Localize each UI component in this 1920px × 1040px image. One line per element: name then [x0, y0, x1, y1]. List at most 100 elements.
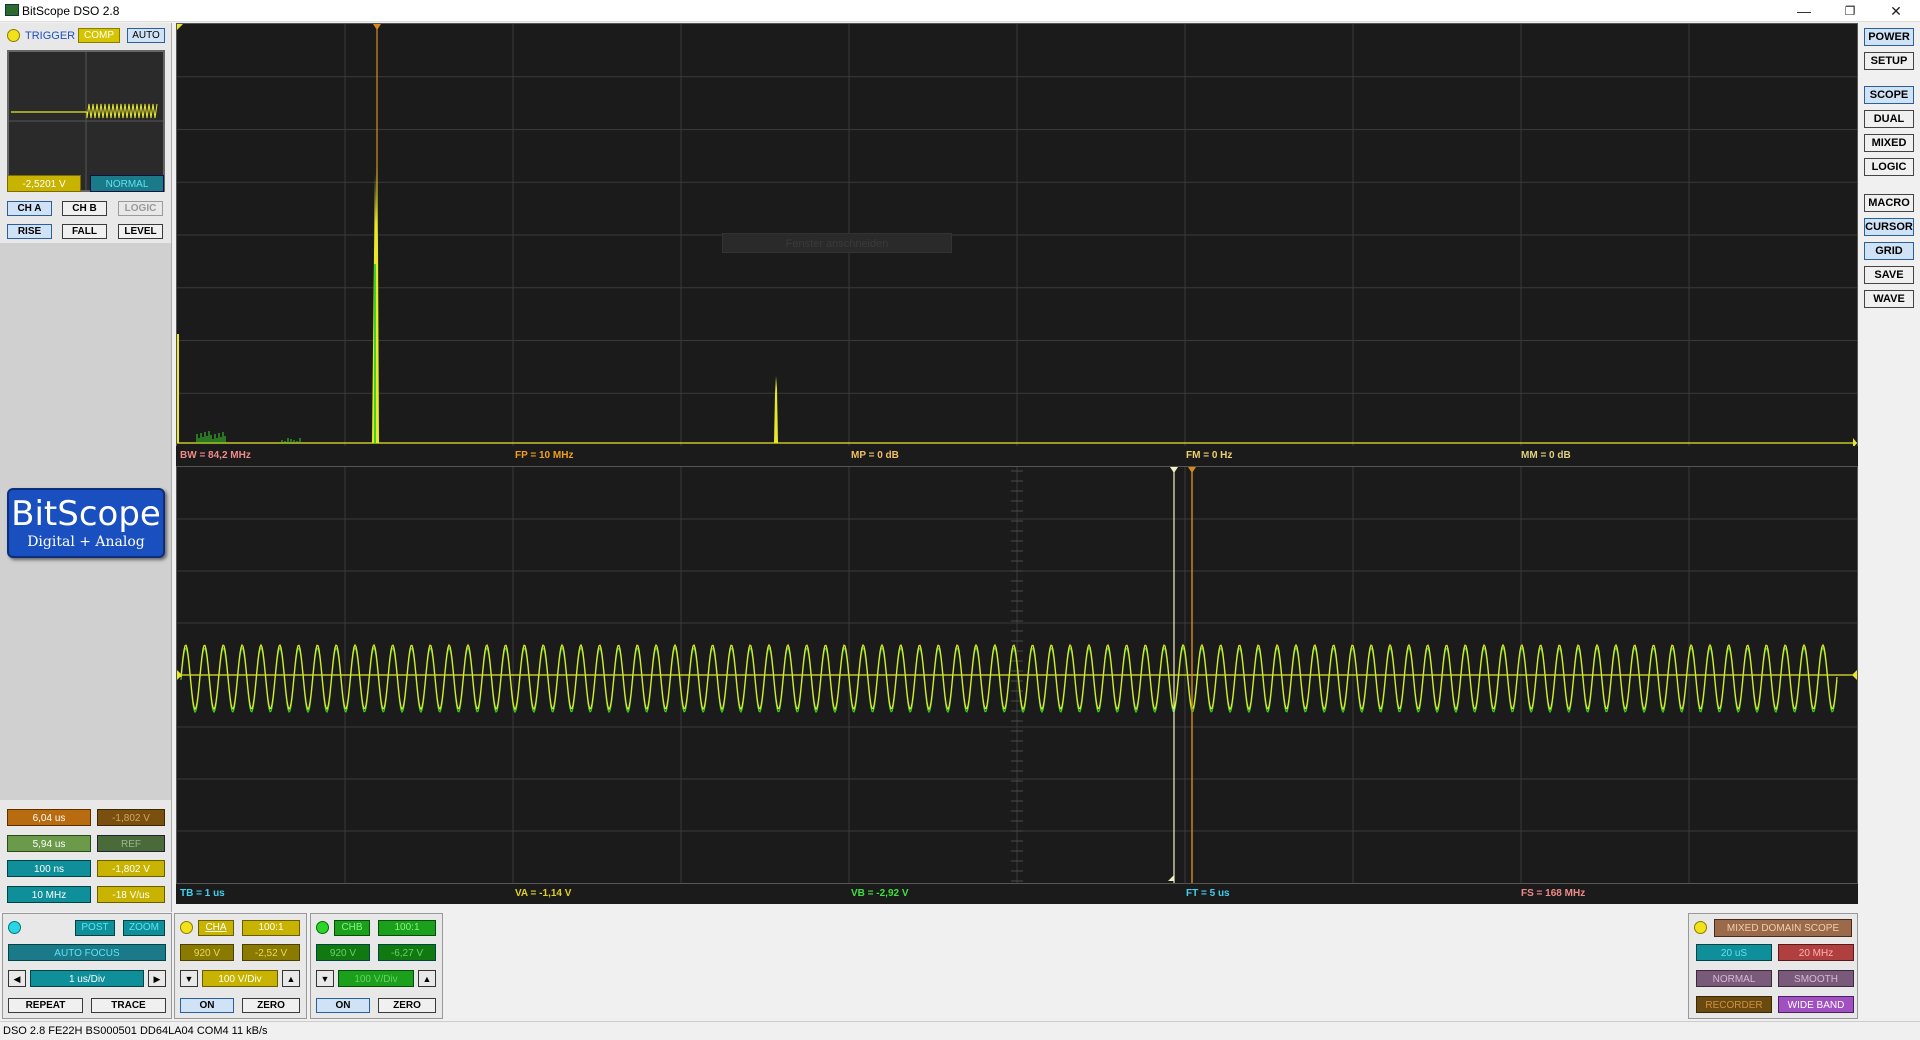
auto-button[interactable]: AUTO	[127, 28, 165, 43]
channel-a-zero-button[interactable]: ZERO	[242, 998, 300, 1013]
close-button[interactable]: ✕	[1874, 0, 1918, 22]
measure-delta-time[interactable]: 100 ns	[7, 860, 91, 877]
comp-button[interactable]: COMP	[78, 28, 120, 43]
channel-b-name[interactable]: CHB	[334, 920, 370, 936]
trace-button[interactable]: TRACE	[91, 998, 166, 1013]
rate-value[interactable]: 20 MHz	[1778, 944, 1854, 961]
channel-a-scale[interactable]: 100 V/Div	[202, 970, 278, 987]
timebase-value[interactable]: 1 us/Div	[30, 970, 144, 987]
minimize-button[interactable]: —	[1782, 0, 1826, 22]
restore-button[interactable]: ❐	[1828, 0, 1872, 22]
source-cha-button[interactable]: CH A	[7, 201, 52, 216]
frame-time-readout: FT = 5 us	[1186, 888, 1230, 899]
channel-b-on-button[interactable]: ON	[316, 998, 370, 1013]
mixed-button[interactable]: MIXED	[1864, 134, 1914, 152]
normal-mode-button[interactable]: NORMAL	[1696, 970, 1772, 987]
channel-b-probe[interactable]: 100:1	[378, 920, 436, 936]
trigger-preview-graph	[9, 52, 163, 190]
measure-time-a[interactable]: 6,04 us	[7, 809, 91, 826]
setup-button[interactable]: SETUP	[1864, 52, 1914, 70]
measure-slew-rate[interactable]: -18 V/us	[97, 886, 165, 903]
time-cursor-2-top	[1188, 467, 1196, 473]
peak-magnitude-readout: MP = 0 dB	[851, 450, 899, 461]
spectrum-tooltip: Fenster anschneiden	[722, 233, 952, 253]
channel-b-scale-up[interactable]: ▲	[418, 970, 436, 987]
channel-a-scale-down[interactable]: ▼	[180, 970, 198, 987]
timebase-indicator	[8, 921, 21, 934]
channel-a-offset[interactable]: -2,52 V	[242, 944, 300, 961]
channel-b-range[interactable]: 920 V	[316, 944, 370, 961]
time-cursor-1-top	[1170, 467, 1178, 473]
status-bar: DSO 2.8 FE22H BS000501 DD64LA04 COM4 11 …	[0, 1021, 1920, 1040]
scope-button[interactable]: SCOPE	[1864, 86, 1914, 104]
trigger-voltage[interactable]: -2,5201 V	[7, 175, 81, 192]
wave-button[interactable]: WAVE	[1864, 290, 1914, 308]
source-chb-button[interactable]: CH B	[62, 201, 107, 216]
baseline-arrow-right	[1853, 438, 1857, 448]
channel-b-scale-down[interactable]: ▼	[316, 970, 334, 987]
zoom-button[interactable]: ZOOM	[123, 920, 165, 936]
bandwidth-readout: BW = 84,2 MHz	[180, 450, 251, 461]
measure-voltage-a[interactable]: -1,802 V	[97, 809, 165, 826]
spectrum-info-bar: BW = 84,2 MHz FP = 10 MHz MP = 0 dB FM =…	[176, 446, 1858, 466]
dual-button[interactable]: DUAL	[1864, 110, 1914, 128]
rise-button[interactable]: RISE	[7, 224, 52, 239]
bitscope-logo: BitScope Digital + Analog	[7, 488, 165, 558]
measure-delta-voltage[interactable]: -1,802 V	[97, 860, 165, 877]
channel-a-group: CHA 100:1 920 V -2,52 V ▼ 100 V/Div ▲ ON…	[174, 913, 307, 1019]
fall-button[interactable]: FALL	[62, 224, 107, 239]
peak-marker-top	[373, 24, 381, 30]
trigger-indicator	[7, 29, 20, 42]
channel-b-zero-button[interactable]: ZERO	[378, 998, 436, 1013]
spectrum-graph	[177, 24, 1857, 448]
channel-b-scale[interactable]: 100 V/Div	[338, 970, 414, 987]
channel-a-range[interactable]: 920 V	[180, 944, 234, 961]
channel-a-scale-up[interactable]: ▲	[282, 970, 300, 987]
auto-focus-button[interactable]: AUTO FOCUS	[8, 944, 166, 961]
trigger-preview	[7, 50, 165, 192]
noise-floor	[196, 431, 301, 443]
channel-a-probe[interactable]: 100:1	[242, 920, 300, 936]
repeat-button[interactable]: REPEAT	[8, 998, 83, 1013]
voltage-b-readout: VB = -2,92 V	[851, 888, 909, 899]
post-button[interactable]: POST	[75, 920, 115, 936]
spectrum-display[interactable]: Fenster anschneiden	[176, 23, 1858, 448]
marker-frequency-readout: FM = 0 Hz	[1186, 450, 1233, 461]
power-button[interactable]: POWER	[1864, 28, 1914, 46]
timebase-readout: TB = 1 us	[180, 888, 225, 899]
measure-panel: 6,04 us -1,802 V 5,94 us REF 100 ns -1,8…	[0, 800, 172, 912]
measure-frequency[interactable]: 10 MHz	[7, 886, 91, 903]
trigger-label: TRIGGER	[25, 30, 76, 42]
measure-ref[interactable]: REF	[97, 835, 165, 852]
measure-time-b[interactable]: 5,94 us	[7, 835, 91, 852]
logic-button[interactable]: LOGIC	[1864, 158, 1914, 176]
grid-button[interactable]: GRID	[1864, 242, 1914, 260]
macro-button[interactable]: MACRO	[1864, 194, 1914, 212]
mixed-indicator	[1694, 921, 1707, 934]
level-button[interactable]: LEVEL	[118, 224, 163, 239]
logo-tagline: Digital + Analog	[27, 534, 145, 550]
waveform-graph	[177, 467, 1857, 883]
cursor-button[interactable]: CURSOR	[1864, 218, 1914, 236]
marker-magnitude-readout: MM = 0 dB	[1521, 450, 1571, 461]
channel-a-on-button[interactable]: ON	[180, 998, 234, 1013]
graticule	[177, 24, 1857, 446]
timebase-decrease-button[interactable]: ◀	[8, 970, 26, 987]
recorder-button[interactable]: RECORDER	[1696, 996, 1772, 1013]
channel-b-offset[interactable]: -6,27 V	[378, 944, 436, 961]
wide-band-button[interactable]: WIDE BAND	[1778, 996, 1854, 1013]
duration-value[interactable]: 20 uS	[1696, 944, 1772, 961]
spectrum-corner-marker	[177, 24, 183, 30]
source-logic-button[interactable]: LOGIC	[118, 201, 163, 216]
smooth-mode-button[interactable]: SMOOTH	[1778, 970, 1854, 987]
trigger-mode[interactable]: NORMAL	[90, 175, 164, 192]
window-title: BitScope DSO 2.8	[22, 4, 120, 18]
channel-b-group: CHB 100:1 920 V -6,27 V ▼ 100 V/Div ▲ ON…	[310, 913, 443, 1019]
timebase-increase-button[interactable]: ▶	[148, 970, 166, 987]
channel-a-name[interactable]: CHA	[198, 920, 234, 936]
save-button[interactable]: SAVE	[1864, 266, 1914, 284]
title-bar: BitScope DSO 2.8 — ❐ ✕	[0, 0, 1920, 22]
waveform-info-bar: TB = 1 us VA = -1,14 V VB = -2,92 V FT =…	[176, 884, 1858, 904]
waveform-display[interactable]	[176, 466, 1858, 884]
mixed-domain-title[interactable]: MIXED DOMAIN SCOPE	[1714, 919, 1852, 937]
